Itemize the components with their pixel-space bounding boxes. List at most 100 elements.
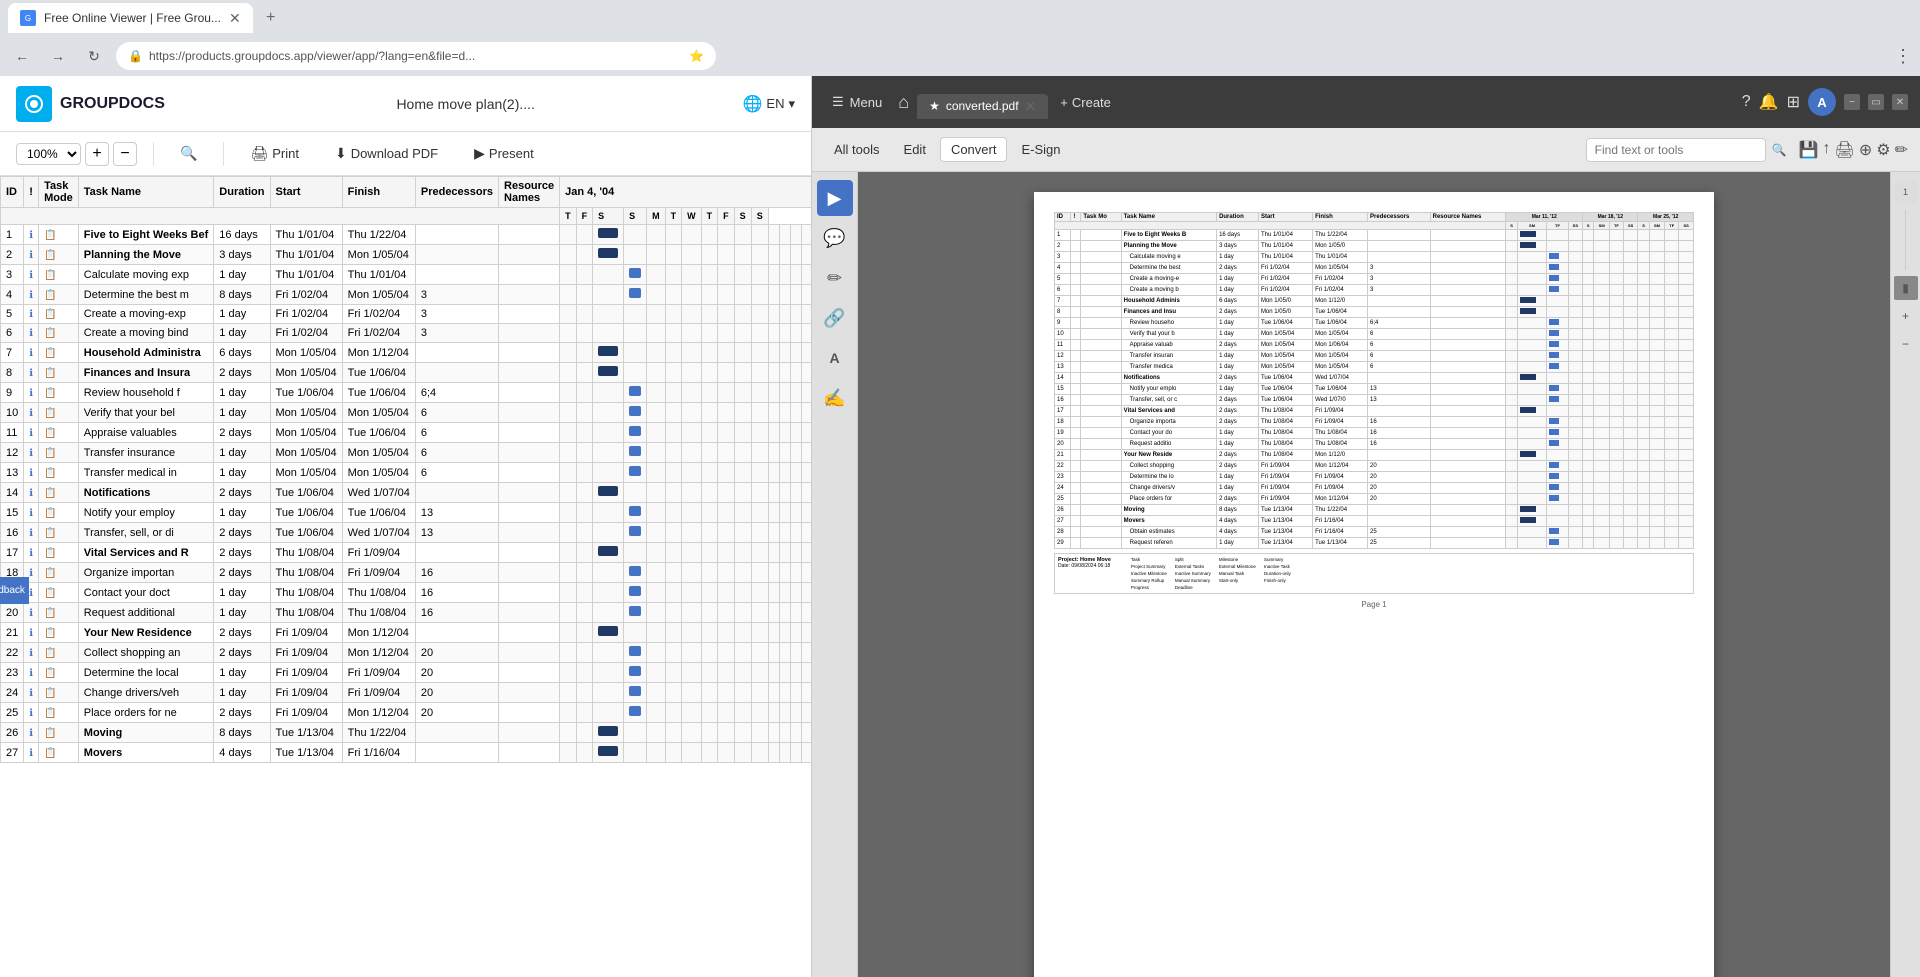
cell-start: Fri 1/09/04	[270, 623, 342, 643]
gantt-cell	[768, 543, 779, 563]
pdf-cell-finish: Fri 1/09/04	[1313, 417, 1368, 428]
pdf-content-area[interactable]: ID ! Task Mo Task Name Duration Start Fi…	[858, 172, 1890, 977]
gantt-cell	[718, 225, 735, 245]
pdf-search-icon[interactable]: 🔍	[1772, 143, 1787, 157]
cell-info: ℹ	[24, 343, 39, 363]
pdf-gantt-cell	[1679, 274, 1694, 285]
pdf-gantt-cell	[1609, 406, 1623, 417]
pdf-gantt-cell	[1638, 472, 1649, 483]
zoom-in-button[interactable]: +	[85, 142, 109, 166]
pdf-print-icon[interactable]: 🖨	[1835, 140, 1855, 160]
pdf-cell-start: Mon 1/05/04	[1258, 340, 1312, 351]
new-tab-button[interactable]: +	[257, 4, 285, 32]
all-tools-button[interactable]: All tools	[824, 138, 890, 161]
pdf-cell-id: 27	[1055, 516, 1071, 527]
pdf-cell-pred: 13	[1368, 395, 1431, 406]
pdf-gantt-cell	[1568, 362, 1583, 373]
gantt-cell	[682, 623, 702, 643]
link-tool-button[interactable]: 🔗	[817, 300, 853, 336]
gantt-cell	[751, 305, 768, 324]
tab-close-button[interactable]: ✕	[229, 10, 241, 27]
pdf-gantt-cell	[1506, 472, 1517, 483]
pdf-cell-mode	[1081, 527, 1121, 538]
bell-icon[interactable]: 🔔	[1759, 92, 1779, 112]
edit-button[interactable]: Edit	[894, 138, 936, 161]
pdf-share-icon[interactable]: ↑	[1823, 140, 1831, 160]
gantt-cell	[593, 723, 624, 743]
help-icon[interactable]: ?	[1742, 93, 1751, 111]
gantt-cell	[576, 343, 593, 363]
restore-button[interactable]: ▭	[1868, 94, 1884, 110]
cell-info: ℹ	[24, 503, 39, 523]
active-tab[interactable]: G Free Online Viewer | Free Grou... ✕	[8, 3, 253, 33]
minimize-button[interactable]: −	[1844, 94, 1860, 110]
gantt-cell	[560, 285, 577, 305]
present-button[interactable]: ▶ Present	[464, 141, 544, 166]
pdf-gantt-cell	[1665, 538, 1679, 549]
cell-resources	[499, 563, 560, 583]
language-selector[interactable]: 🌐 EN ▾	[742, 94, 795, 114]
pdf-settings-icon[interactable]: ⚙	[1876, 140, 1890, 160]
download-pdf-button[interactable]: ⬇ Download PDF	[325, 141, 448, 166]
pdf-search-input[interactable]	[1586, 138, 1766, 162]
pdf-home-button[interactable]: ⌂	[898, 92, 909, 113]
cell-resources	[499, 443, 560, 463]
pdf-save-icon[interactable]: 💾	[1799, 140, 1819, 160]
present-icon: ▶	[474, 145, 485, 162]
print-button[interactable]: 🖨 Print	[240, 141, 309, 166]
pdf-scroll-thumb[interactable]: ▮	[1894, 276, 1918, 300]
pdf-page-thumb-1[interactable]: 1	[1894, 180, 1918, 204]
cell-name: Determine the best m	[78, 285, 214, 305]
gantt-cell	[624, 363, 647, 383]
gantt-cell	[665, 683, 682, 703]
pdf-gantt-cell	[1594, 296, 1610, 307]
zoom-out-button[interactable]: −	[113, 142, 137, 166]
back-button[interactable]: ←	[8, 42, 36, 70]
pdf-cell-mode	[1081, 252, 1121, 263]
text-tool-button[interactable]: A	[817, 340, 853, 376]
pdf-gantt-cell	[1517, 395, 1547, 406]
gantt-cell	[624, 305, 647, 324]
address-bar[interactable]: 🔒 https://products.groupdocs.app/viewer/…	[116, 42, 716, 70]
pdf-tab-close[interactable]: ✕	[1025, 98, 1037, 115]
draw-tool-button[interactable]: ✏	[817, 260, 853, 296]
gantt-day-w: W	[682, 208, 702, 225]
legend-manual-summary: Manual Summary	[1175, 578, 1211, 583]
pdf-gantt-cell	[1547, 241, 1568, 252]
pdf-table-row: 28 Obtain estimates 4 days Tue 1/13/04 F…	[1055, 527, 1694, 538]
pdf-create-button[interactable]: + Create	[1060, 95, 1111, 110]
pdf-pen-icon[interactable]: ✏	[1895, 140, 1908, 160]
feedback-tab[interactable]: Feedback	[0, 577, 29, 604]
pdf-gantt-cell	[1609, 252, 1623, 263]
e-sign-button[interactable]: E-Sign	[1011, 138, 1070, 161]
pdf-file-tab[interactable]: ★ converted.pdf ✕	[917, 94, 1048, 119]
user-avatar[interactable]: A	[1808, 88, 1836, 116]
project-table-container[interactable]: ID ! Task Mode Task Name Duration Start …	[0, 176, 811, 977]
pdf-menu-button[interactable]: ☰ Menu	[824, 90, 890, 114]
pdf-cell-resources	[1430, 230, 1506, 241]
pdf-cell-name: Create a moving b	[1121, 285, 1216, 296]
browser-menu-button[interactable]: ⋮	[1894, 46, 1912, 67]
comment-tool-button[interactable]: 💬	[817, 220, 853, 256]
pdf-zoom-out-right[interactable]: −	[1894, 332, 1918, 356]
cursor-tool-button[interactable]: ▶	[817, 180, 853, 216]
convert-button[interactable]: Convert	[940, 137, 1008, 162]
pdf-zoom-in-right[interactable]: +	[1894, 304, 1918, 328]
pdf-gantt-cell	[1517, 428, 1547, 439]
search-button[interactable]: 🔍	[170, 141, 207, 166]
zoom-select[interactable]: 100% 75% 50% 150%	[16, 143, 81, 165]
signature-tool-button[interactable]: ✍	[817, 380, 853, 416]
grid-icon[interactable]: ⊞	[1787, 92, 1800, 112]
pdf-cell-name: Review househo	[1121, 318, 1216, 329]
refresh-button[interactable]: ↻	[80, 42, 108, 70]
cell-duration: 2 days	[214, 543, 270, 563]
close-button[interactable]: ✕	[1892, 94, 1908, 110]
gantt-cell	[701, 743, 718, 763]
cell-start: Mon 1/05/04	[270, 423, 342, 443]
pdf-cell-id: 9	[1055, 318, 1071, 329]
forward-button[interactable]: →	[44, 42, 72, 70]
legend-inactive-task: Inactive Task	[1264, 564, 1291, 569]
gantt-cell	[665, 343, 682, 363]
pdf-zoom-icon[interactable]: ⊕	[1859, 140, 1872, 160]
pdf-cell-start: Thu 1/08/04	[1258, 450, 1312, 461]
